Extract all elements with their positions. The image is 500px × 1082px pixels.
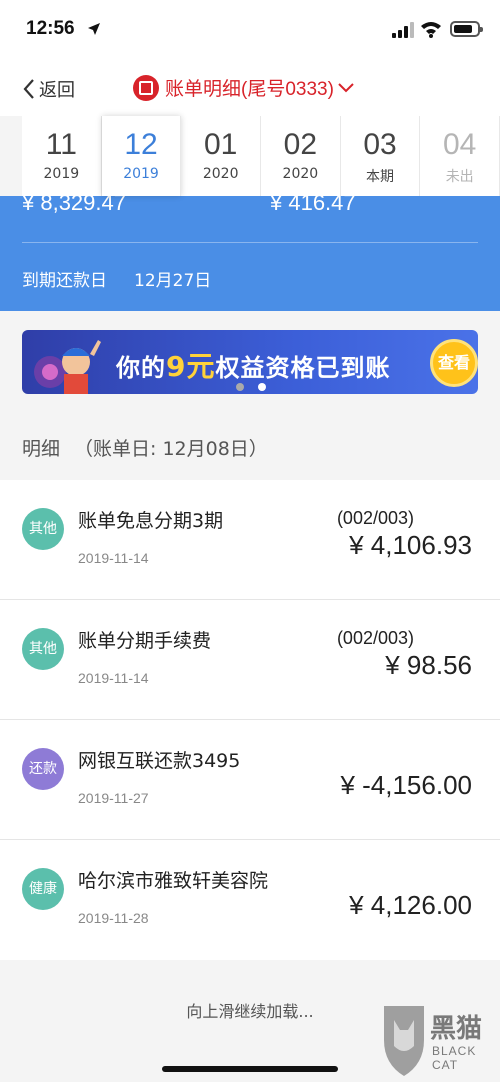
watermark-text: 黑猫: [430, 1014, 483, 1044]
bank-logo-icon: [133, 74, 159, 101]
status-time: 12:56: [26, 18, 75, 39]
chevron-left-icon: [23, 79, 34, 99]
transaction-amount: ¥ 4,106.93: [349, 530, 472, 560]
status-bar: 12:56: [0, 0, 500, 60]
month-number: 12: [124, 128, 158, 161]
transaction-amount: ¥ -4,156.00: [340, 770, 472, 800]
transaction-name: 网银互联还款3495: [78, 750, 241, 772]
signal-icon: [392, 22, 414, 38]
chevron-down-icon: [338, 82, 354, 92]
back-button[interactable]: 返回: [22, 76, 75, 102]
transaction-date: 2019-11-14: [78, 550, 149, 566]
month-number: 01: [203, 128, 238, 161]
carousel-dots: [236, 383, 266, 391]
due-date-label: 到期还款日: [22, 271, 107, 291]
bill-summary: ¥ 8,329.47 ¥ 416.47 到期还款日 12月27日: [0, 196, 500, 311]
watermark-sub: BLACK CAT: [432, 1044, 477, 1072]
transaction-name: 账单分期手续费: [78, 630, 212, 652]
transaction-row[interactable]: 健康 哈尔滨市雅致轩美容院 2019-11-28 ¥ 4,126.00: [0, 840, 500, 960]
detail-header: 明细 （账单日: 12月08日）: [22, 434, 268, 461]
month-number: 04: [443, 128, 477, 161]
transaction-row[interactable]: 其他 账单免息分期3期 (002/003) 2019-11-14 ¥ 4,106…: [0, 480, 500, 600]
tab-month-02[interactable]: 02 2020: [261, 116, 341, 196]
transaction-name: 哈尔滨市雅致轩美容院: [78, 870, 269, 892]
category-badge: 健康: [22, 868, 64, 910]
month-year: 2020: [202, 166, 239, 182]
installment-count: (002/003): [336, 508, 414, 528]
banner-text: 你的9元权益资格已到账: [116, 345, 390, 385]
battery-icon: [450, 21, 483, 37]
transaction-list: 其他 账单免息分期3期 (002/003) 2019-11-14 ¥ 4,106…: [0, 480, 500, 960]
banner-text-pre: 你的: [116, 354, 166, 382]
home-indicator[interactable]: [162, 1066, 338, 1072]
nav-bar: 返回 账单明细(尾号0333): [0, 60, 500, 116]
category-badge: 还款: [22, 748, 64, 790]
tab-month-04[interactable]: 04 未出: [420, 116, 500, 196]
banner-text-post: 权益资格已到账: [215, 354, 391, 382]
transaction-amount: ¥ 98.56: [385, 650, 472, 680]
transaction-row[interactable]: 还款 网银互联还款3495 2019-11-27 ¥ -4,156.00: [0, 720, 500, 840]
month-number: 02: [283, 128, 318, 161]
tab-month-01[interactable]: 01 2020: [181, 116, 262, 196]
wifi-icon: [421, 22, 441, 38]
installment-count: (002/003): [336, 628, 414, 648]
transaction-date: 2019-11-14: [78, 670, 149, 686]
cartoon-figure-icon: [34, 340, 101, 394]
tab-month-11[interactable]: 11 2019: [22, 116, 102, 196]
month-year: 2019: [123, 166, 159, 182]
bill-day: （账单日: 12月08日）: [74, 438, 268, 460]
transaction-amount: ¥ 4,126.00: [349, 890, 472, 920]
month-tabs: 11 2019 12 2019 01 2020 02 2020 03 本期 04…: [0, 116, 500, 200]
minimum-payment: ¥ 416.47: [270, 196, 356, 215]
month-year: 2019: [43, 166, 80, 182]
tab-month-12[interactable]: 12 2019: [101, 116, 182, 196]
category-badge: 其他: [22, 628, 64, 670]
due-date-value: 12月27日: [134, 271, 212, 291]
month-year: 未出: [445, 169, 474, 185]
location-arrow-icon: [88, 23, 100, 35]
category-badge: 其他: [22, 508, 64, 550]
carousel-dot-active[interactable]: [258, 383, 266, 391]
view-button[interactable]: 查看: [430, 339, 478, 387]
bill-amount: ¥ 8,329.47: [22, 196, 126, 215]
transaction-name: 账单免息分期3期: [78, 510, 224, 532]
banner-text-highlight: 9元: [166, 350, 216, 383]
card-selector[interactable]: 账单明细(尾号0333): [133, 74, 354, 101]
back-label: 返回: [39, 80, 75, 100]
transaction-date: 2019-11-28: [78, 910, 149, 926]
month-year: 本期: [366, 169, 395, 185]
detail-label: 明细: [22, 438, 61, 460]
month-number: 11: [45, 128, 77, 161]
transaction-row[interactable]: 其他 账单分期手续费 (002/003) 2019-11-14 ¥ 98.56: [0, 600, 500, 720]
tab-month-03[interactable]: 03 本期: [340, 116, 421, 196]
month-year: 2020: [282, 166, 319, 182]
carousel-dot[interactable]: [236, 383, 244, 391]
page-title: 账单明细(尾号0333): [165, 79, 334, 100]
month-number: 03: [363, 128, 397, 161]
transaction-date: 2019-11-27: [78, 790, 149, 806]
divider: [22, 242, 478, 243]
